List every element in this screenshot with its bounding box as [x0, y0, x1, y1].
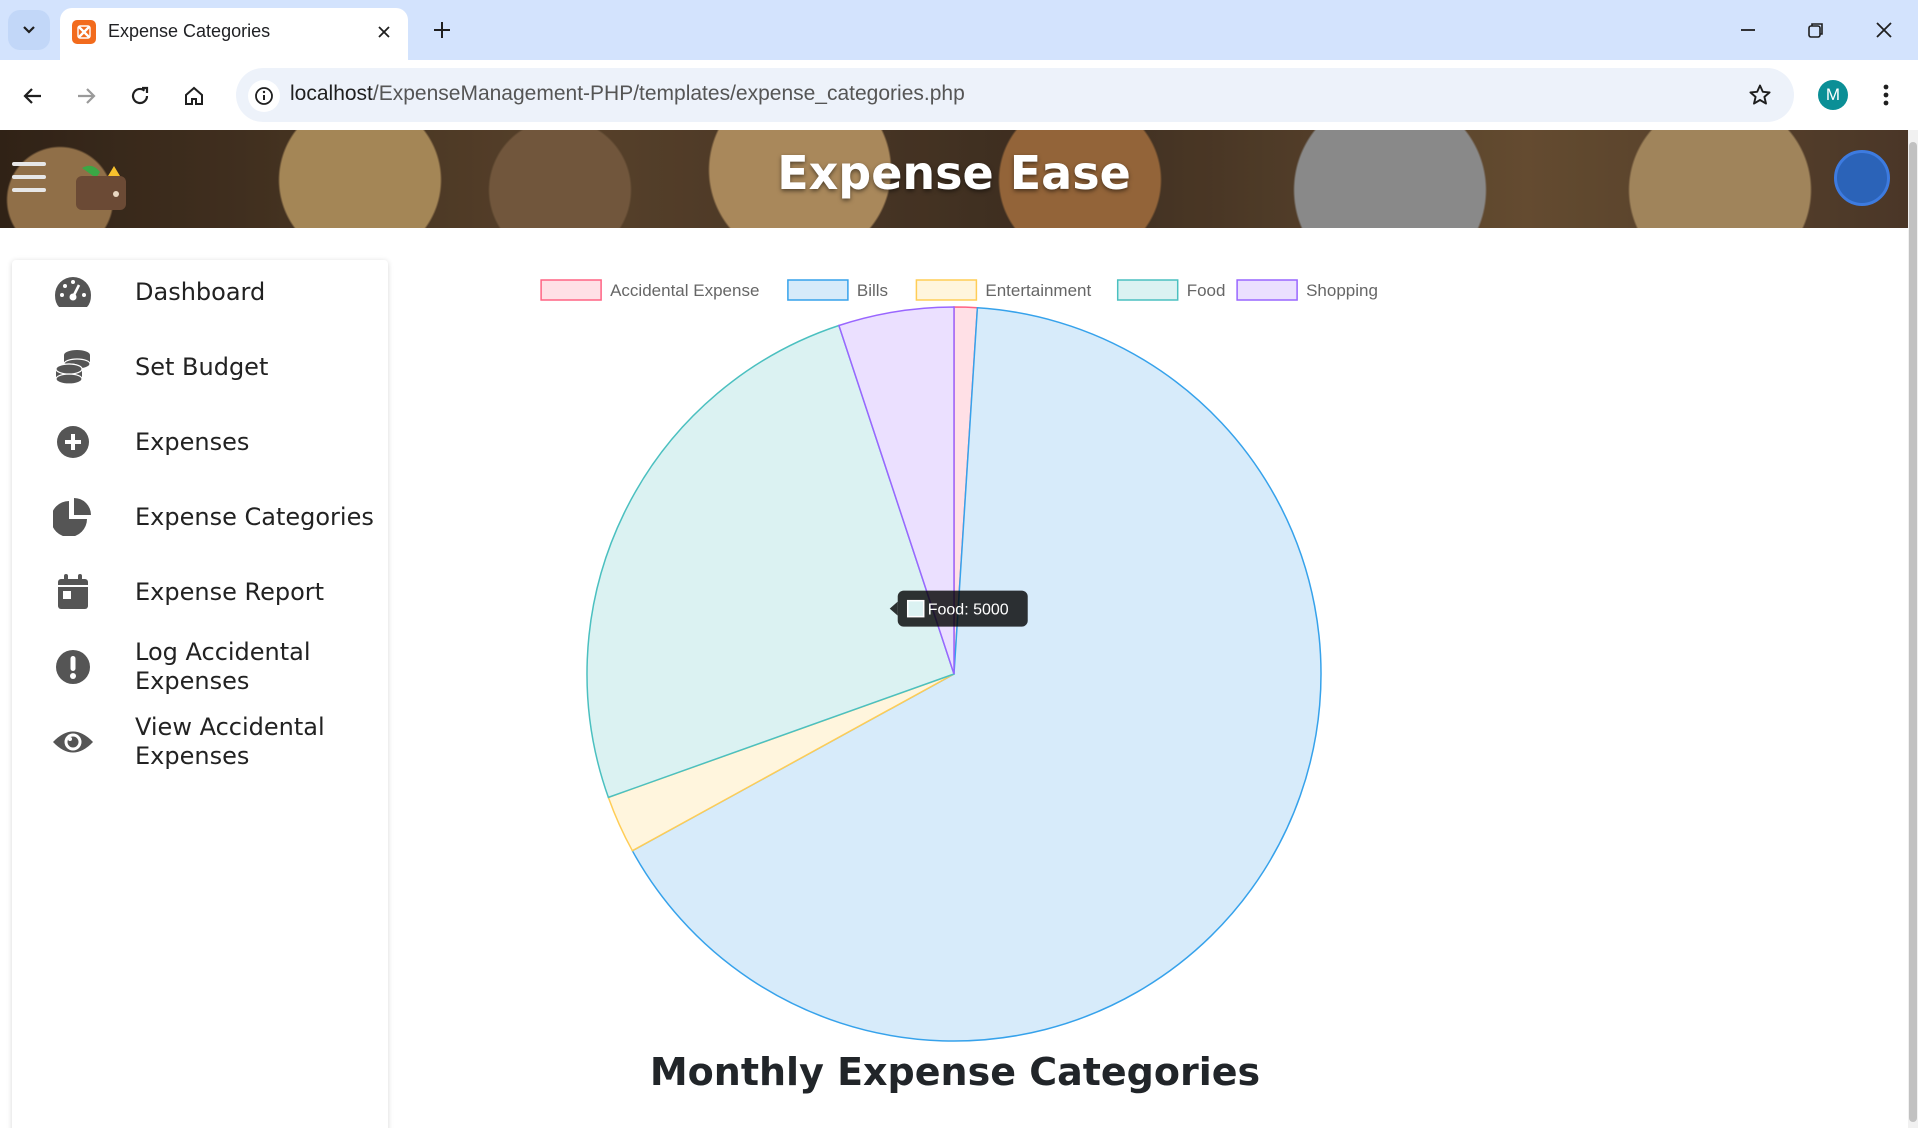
url-text[interactable]: localhost/ExpenseManagement-PHP/template…: [290, 82, 965, 106]
new-tab-button[interactable]: [424, 12, 460, 48]
minimize-button[interactable]: [1724, 12, 1772, 48]
restore-icon: [1808, 23, 1823, 38]
sidebar-item-label: Dashboard: [135, 277, 266, 306]
address-bar[interactable]: localhost/ExpenseManagement-PHP/template…: [236, 68, 1794, 122]
sidebar-item-log-accidental-expenses[interactable]: Log Accidental Expenses: [12, 635, 388, 699]
calendar-icon: [52, 571, 94, 613]
home-icon: [185, 86, 203, 105]
tab-title: Expense Categories: [108, 21, 271, 41]
site-info-icon[interactable]: [248, 80, 280, 112]
legend-swatch: [1236, 279, 1298, 301]
user-avatar[interactable]: [1834, 150, 1890, 206]
tooltip-label: Food: 5000: [928, 602, 1009, 619]
close-icon: [1876, 22, 1892, 38]
sidebar-item-label: View Accidental Expenses: [135, 713, 325, 770]
sidebar-item-label: Expenses: [135, 427, 250, 456]
legend-item-shopping[interactable]: Shopping: [1236, 279, 1378, 301]
sidebar-item-view-accidental-expenses[interactable]: View Accidental Expenses: [12, 710, 388, 774]
pie-chart-svg[interactable]: Accidental Expense Bills Entertainment Food…: [520, 246, 1400, 1086]
tab-close-icon[interactable]: [372, 20, 396, 44]
restore-button[interactable]: [1792, 12, 1840, 48]
legend-item-accidental-expense[interactable]: Accidental Expense: [540, 279, 759, 301]
home-button[interactable]: [174, 76, 214, 116]
legend-label: Accidental Expense: [610, 281, 759, 300]
sidebar-item-expense-categories[interactable]: Expense Categories: [12, 485, 388, 549]
exclamation-circle-icon: [52, 646, 94, 688]
url-host: localhost: [290, 82, 373, 105]
legend-label: Entertainment: [985, 281, 1091, 300]
tab-strip: Expense Categories: [0, 0, 1918, 60]
xampp-favicon-icon: [72, 20, 96, 44]
arrow-left-icon: [23, 88, 41, 104]
site-header: Expense Ease: [0, 130, 1908, 228]
sidebar-item-label: Expense Categories: [135, 502, 374, 531]
profile-avatar[interactable]: M: [1818, 80, 1848, 110]
sidebar-item-label: Expense Report: [135, 577, 325, 606]
scrollbar-thumb[interactable]: [1909, 142, 1917, 1122]
legend-item-bills[interactable]: Bills: [787, 279, 888, 301]
sidebar: Dashboard Set Budget Expenses Expense Ca…: [12, 260, 388, 1128]
eye-icon: [52, 721, 94, 763]
legend-swatch: [787, 279, 849, 301]
chevron-down-icon: [23, 26, 35, 34]
plus-icon: [434, 22, 450, 38]
arrow-right-icon: [78, 88, 96, 104]
legend-item-entertainment[interactable]: Entertainment: [915, 279, 1092, 301]
close-window-button[interactable]: [1860, 12, 1908, 48]
legend-label: Shopping: [1306, 281, 1378, 300]
legend-swatch: [1116, 279, 1179, 301]
page-title: Monthly Expense Categories: [649, 1050, 1261, 1094]
legend-swatch: [540, 279, 602, 301]
sidebar-item-set-budget[interactable]: Set Budget: [12, 335, 388, 399]
legend-swatch: [915, 279, 978, 301]
legend-label: Food: [1187, 281, 1226, 300]
sidebar-item-label: Log Accidental Expenses: [135, 638, 311, 695]
minimize-icon: [1741, 29, 1755, 31]
bookmark-star-icon[interactable]: [1746, 81, 1774, 109]
browser-toolbar: localhost/ExpenseManagement-PHP/template…: [0, 60, 1918, 130]
pie-chart-icon: [52, 496, 94, 538]
site-brand[interactable]: Expense Ease: [0, 146, 1908, 200]
back-button[interactable]: [13, 76, 53, 116]
coins-icon: [52, 346, 94, 388]
sidebar-item-label: Set Budget: [135, 352, 269, 381]
reload-icon: [131, 86, 149, 105]
active-tab[interactable]: Expense Categories: [60, 8, 408, 60]
forward-button[interactable]: [66, 76, 106, 116]
legend-item-food[interactable]: Food: [1116, 279, 1226, 301]
sidebar-item-dashboard[interactable]: Dashboard: [12, 260, 388, 324]
page-scrollbar[interactable]: [1908, 130, 1918, 1128]
sidebar-item-expense-report[interactable]: Expense Report: [12, 560, 388, 624]
pie-chart[interactable]: Accidental Expense Bills Entertainment Food…: [520, 246, 1400, 1086]
gauge-icon: [52, 271, 94, 313]
chart-legend: Accidental Expense Bills Entertainment Food…: [540, 279, 1378, 301]
plus-circle-icon: [52, 421, 94, 463]
pie-slices: [586, 306, 1322, 1042]
browser-menu-icon[interactable]: [1872, 78, 1900, 112]
url-path: /ExpenseManagement-PHP/templates/expense…: [372, 82, 965, 105]
legend-label: Bills: [857, 281, 888, 300]
chart-tooltip: Food: 5000: [889, 590, 1028, 627]
tab-search-button[interactable]: [8, 10, 50, 50]
tooltip-swatch: [906, 599, 925, 618]
reload-button[interactable]: [120, 76, 160, 116]
page-viewport: Expense Ease Dashboard Set Budget Expens…: [0, 130, 1908, 1128]
sidebar-item-expenses[interactable]: Expenses: [12, 410, 388, 474]
